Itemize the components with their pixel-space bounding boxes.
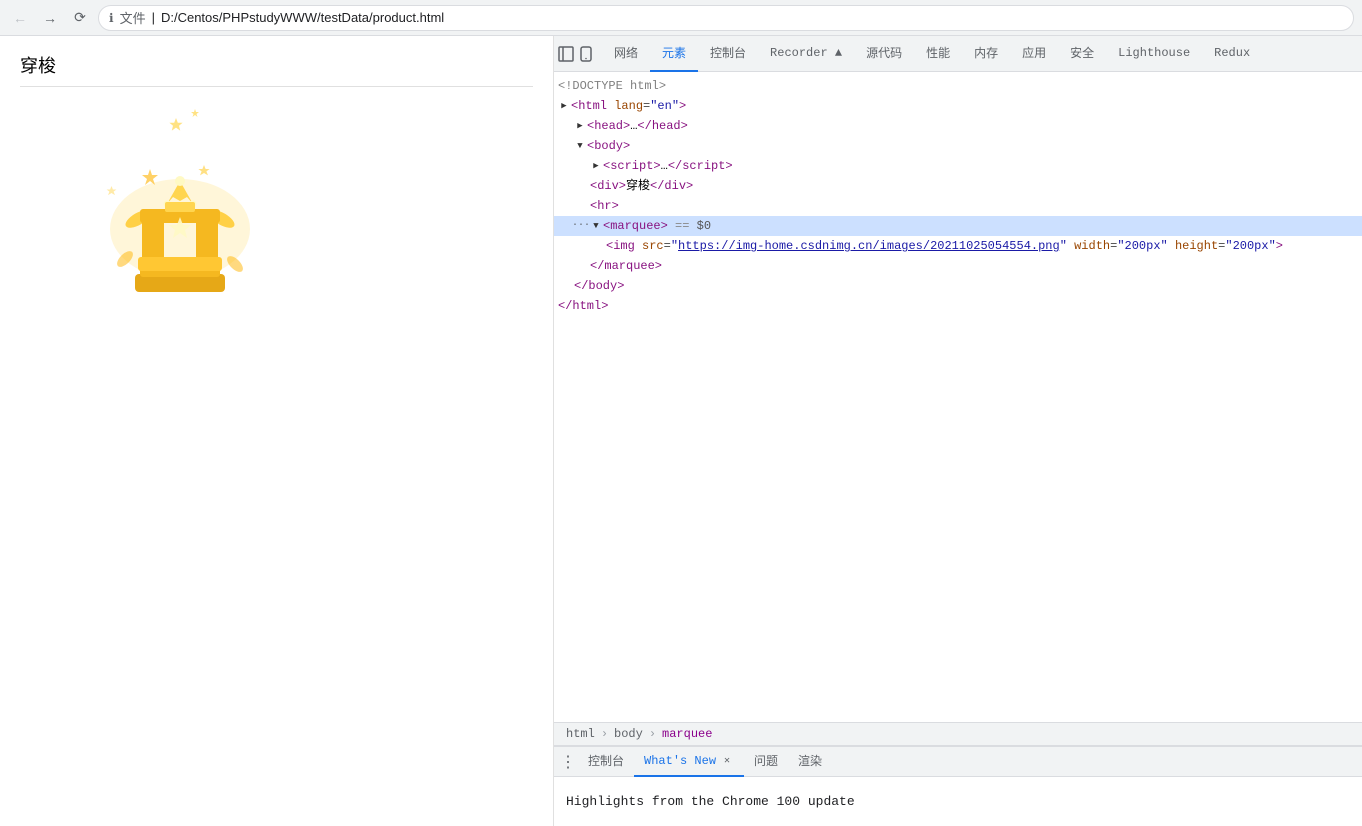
breadcrumb-html[interactable]: html xyxy=(562,725,599,743)
trophy-image xyxy=(80,109,280,309)
dom-line-img[interactable]: <img src = "https://img-home.csdnimg.cn/… xyxy=(554,236,1362,256)
dom-line[interactable]: <hr> xyxy=(554,196,1362,216)
tab-recorder[interactable]: Recorder ▲ xyxy=(758,36,854,72)
dom-line[interactable]: <!DOCTYPE html> xyxy=(554,76,1362,96)
tab-console[interactable]: 控制台 xyxy=(698,36,758,72)
bottom-content-text: Highlights from the Chrome 100 update xyxy=(566,794,855,809)
dom-line[interactable]: <div> 穿梭 </div> xyxy=(554,176,1362,196)
triangle-icon[interactable]: ▼ xyxy=(590,220,602,232)
page-title: 穿梭 xyxy=(20,52,533,78)
breadcrumb-sep: › xyxy=(649,727,656,741)
dom-line[interactable]: </body> xyxy=(554,276,1362,296)
main-area: 穿梭 xyxy=(0,36,1362,826)
dom-line[interactable]: ▶ <script> … </script> xyxy=(554,156,1362,176)
info-icon: ℹ xyxy=(109,11,114,25)
breadcrumb-bar: html › body › marquee xyxy=(554,722,1362,746)
bottom-menu-button[interactable]: ⋮ xyxy=(558,752,578,772)
bottom-content: Highlights from the Chrome 100 update xyxy=(554,777,1362,826)
tab-redux[interactable]: Redux xyxy=(1202,36,1262,72)
file-label: 文件 xyxy=(120,8,146,27)
close-whatsnew-button[interactable]: ✕ xyxy=(720,754,734,768)
dom-line[interactable]: ▶ <head> … </head> xyxy=(554,116,1362,136)
dom-line[interactable]: </marquee> xyxy=(554,256,1362,276)
triangle-icon[interactable]: ▶ xyxy=(558,100,570,112)
inspect-icon[interactable] xyxy=(558,46,574,62)
triangle-icon[interactable]: ▶ xyxy=(574,120,586,132)
tab-issues[interactable]: 问题 xyxy=(744,747,788,777)
triangle-icon[interactable]: ▼ xyxy=(574,140,586,152)
tab-elements[interactable]: 元素 xyxy=(650,36,698,72)
tab-performance[interactable]: 性能 xyxy=(914,36,962,72)
dom-line[interactable]: ▼ <body> xyxy=(554,136,1362,156)
devtools-tab-bar: 网络 元素 控制台 Recorder ▲ 源代码 性能 内存 应用 安全 Lig… xyxy=(554,36,1362,72)
img-src-link[interactable]: https://img-home.csdnimg.cn/images/20211… xyxy=(678,239,1060,253)
tab-rendering[interactable]: 渲染 xyxy=(788,747,832,777)
tab-network[interactable]: 网络 xyxy=(602,36,650,72)
tab-memory[interactable]: 内存 xyxy=(962,36,1010,72)
devtools-panel: 网络 元素 控制台 Recorder ▲ 源代码 性能 内存 应用 安全 Lig… xyxy=(554,36,1362,826)
forward-button[interactable]: → xyxy=(38,6,62,30)
dots-menu-button[interactable]: ··· xyxy=(574,219,588,233)
breadcrumb-sep: › xyxy=(601,727,608,741)
bottom-tab-bar: ⋮ 控制台 What's New ✕ 问题 渲染 xyxy=(554,747,1362,777)
tab-lighthouse[interactable]: Lighthouse xyxy=(1106,36,1202,72)
dom-line[interactable]: ▶ <html lang = "en" > xyxy=(554,96,1362,116)
address-bar[interactable]: ℹ 文件 | D:/Centos/PHPstudyWWW/testData/pr… xyxy=(98,5,1354,31)
triangle-icon[interactable]: ▶ xyxy=(590,160,602,172)
reload-button[interactable]: ⟳ xyxy=(68,6,92,30)
page-marquee xyxy=(20,99,533,319)
dom-line[interactable]: </html> xyxy=(554,296,1362,316)
breadcrumb-body[interactable]: body xyxy=(610,725,647,743)
browser-toolbar: ← → ⟳ ℹ 文件 | D:/Centos/PHPstudyWWW/testD… xyxy=(0,0,1362,36)
tab-application[interactable]: 应用 xyxy=(1010,36,1058,72)
tab-whatsnew[interactable]: What's New ✕ xyxy=(634,747,744,777)
device-icon[interactable] xyxy=(578,46,594,62)
tab-security[interactable]: 安全 xyxy=(1058,36,1106,72)
tab-console-bottom[interactable]: 控制台 xyxy=(578,747,634,777)
page-hr xyxy=(20,86,533,87)
tab-sources[interactable]: 源代码 xyxy=(854,36,914,72)
dom-line-marquee[interactable]: ··· ▼ <marquee> == $0 xyxy=(554,216,1362,236)
dom-tree: <!DOCTYPE html> ▶ <html lang = "en" > ▶ … xyxy=(554,72,1362,722)
breadcrumb-marquee[interactable]: marquee xyxy=(658,725,716,743)
url-path: D:/Centos/PHPstudyWWW/testData/product.h… xyxy=(161,10,444,25)
back-button[interactable]: ← xyxy=(8,6,32,30)
url-separator: | xyxy=(152,10,155,25)
bottom-panel: ⋮ 控制台 What's New ✕ 问题 渲染 Highlights from… xyxy=(554,746,1362,826)
page-view: 穿梭 xyxy=(0,36,554,826)
